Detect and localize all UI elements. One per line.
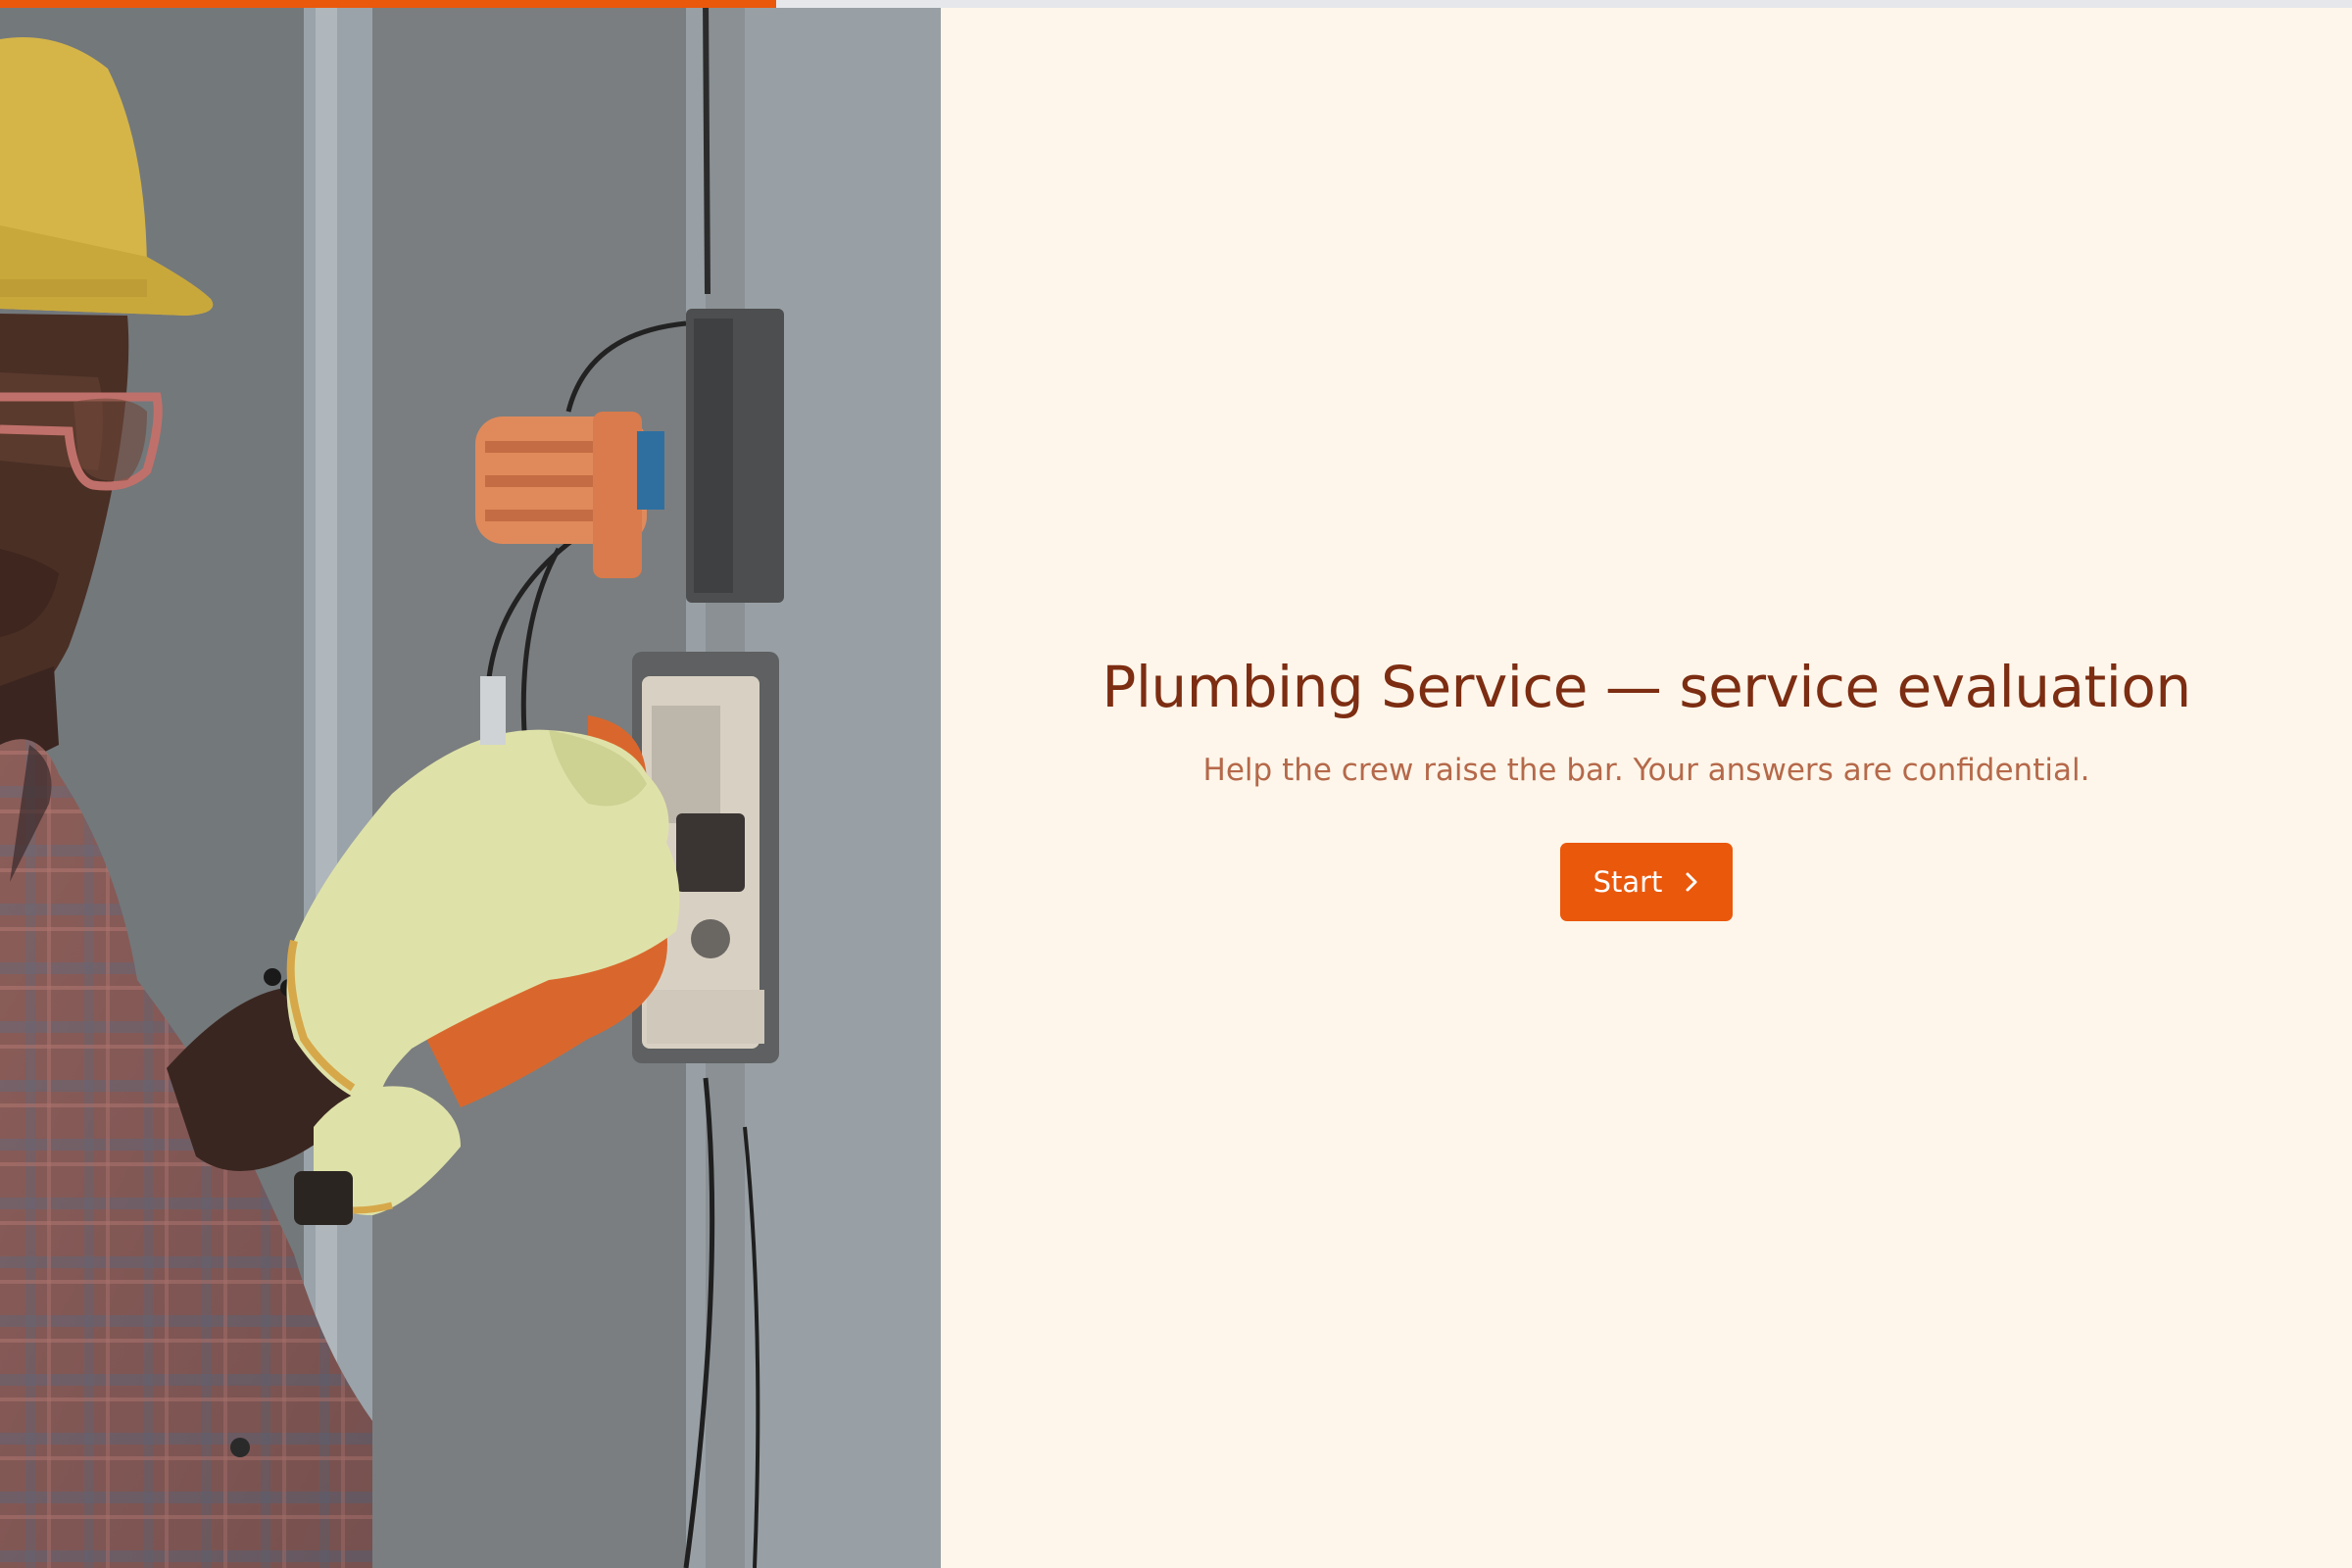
progress-bar-fill [0, 0, 776, 8]
chevron-right-icon [1686, 872, 1697, 892]
hero-photo [0, 0, 941, 1568]
start-button-label: Start [1592, 865, 1663, 899]
progress-bar [0, 0, 2352, 8]
survey-welcome-screen: Plumbing Service — service evaluation He… [0, 0, 2352, 1568]
start-button[interactable]: Start [1560, 843, 1733, 921]
survey-title: Plumbing Service — service evaluation [1102, 654, 2191, 720]
survey-subtitle: Help the crew raise the bar. Your answer… [1202, 753, 2090, 788]
electrician-photo-illustration [0, 0, 941, 1568]
intro-panel: Plumbing Service — service evaluation He… [941, 0, 2352, 1568]
